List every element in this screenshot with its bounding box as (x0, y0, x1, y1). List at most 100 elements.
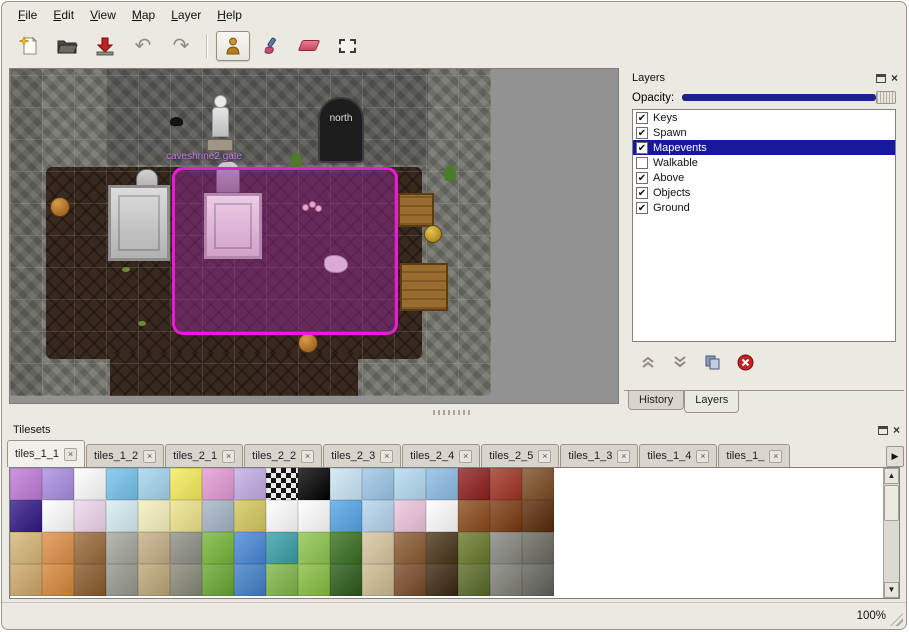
duplicate-layer-button[interactable] (704, 354, 721, 370)
tileset-tile[interactable] (202, 468, 234, 500)
tileset-tile[interactable] (490, 468, 522, 500)
redo-button[interactable]: ↷ (164, 31, 198, 61)
menu-edit[interactable]: Edit (45, 5, 82, 25)
tileset-tile[interactable] (490, 564, 522, 596)
tileset-tile[interactable] (138, 468, 170, 500)
tileset-tab-tiles_1_1[interactable]: tiles_1_1× (7, 440, 85, 467)
dock-float-icon[interactable] (878, 426, 888, 435)
tileset-tile[interactable] (362, 564, 394, 596)
tileset-tile[interactable] (522, 564, 554, 596)
tileset-tile[interactable] (10, 468, 42, 500)
tileset-tile[interactable] (522, 468, 554, 500)
tileset-tile[interactable] (234, 564, 266, 596)
tab-close-icon[interactable]: × (64, 448, 77, 461)
tileset-tile[interactable] (42, 468, 74, 500)
tileset-tile[interactable] (106, 532, 138, 564)
tileset-tile[interactable] (362, 500, 394, 532)
lower-layer-button[interactable] (672, 354, 688, 370)
tileset-tab-tiles_2_2[interactable]: tiles_2_2× (244, 444, 322, 467)
tileset-tile[interactable] (42, 532, 74, 564)
tileset-tab-tiles_2_5[interactable]: tiles_2_5× (481, 444, 559, 467)
tileset-tile[interactable] (202, 532, 234, 564)
delete-layer-button[interactable] (737, 354, 754, 371)
menu-view[interactable]: View (82, 5, 124, 25)
tileset-tab-tiles_2_4[interactable]: tiles_2_4× (402, 444, 480, 467)
tileset-tile[interactable] (458, 564, 490, 596)
tileset-tile[interactable] (426, 564, 458, 596)
tileset-tile[interactable] (10, 500, 42, 532)
tab-close-icon[interactable]: × (380, 450, 393, 463)
layer-visibility-checkbox[interactable]: ✔ (636, 127, 648, 139)
tileset-tile[interactable] (266, 500, 298, 532)
layer-visibility-checkbox[interactable]: ✔ (636, 112, 648, 124)
tileset-tile[interactable] (458, 468, 490, 500)
eraser-tool-button[interactable] (292, 31, 326, 61)
layer-row-ground[interactable]: ✔Ground (633, 200, 895, 215)
tileset-tile[interactable] (138, 500, 170, 532)
stamp-tool-button[interactable] (216, 31, 250, 61)
tileset-tile[interactable] (170, 564, 202, 596)
tileset-tile[interactable] (330, 468, 362, 500)
tileset-tile[interactable] (298, 532, 330, 564)
layer-visibility-checkbox[interactable]: ✔ (636, 187, 648, 199)
tileset-tile[interactable] (202, 500, 234, 532)
tileset-tile[interactable] (266, 532, 298, 564)
tileset-tile[interactable] (522, 500, 554, 532)
tileset-tile[interactable] (138, 532, 170, 564)
tab-close-icon[interactable]: × (459, 450, 472, 463)
opacity-slider-handle[interactable] (876, 91, 896, 104)
tileset-tile[interactable] (42, 564, 74, 596)
menu-help[interactable]: Help (209, 5, 250, 25)
tab-close-icon[interactable]: × (222, 450, 235, 463)
tileset-tile[interactable] (234, 532, 266, 564)
layer-visibility-checkbox[interactable]: ✔ (636, 172, 648, 184)
tileset-tile[interactable] (426, 468, 458, 500)
tileset-tile[interactable] (362, 532, 394, 564)
layer-row-objects[interactable]: ✔Objects (633, 185, 895, 200)
tab-close-icon[interactable]: × (769, 450, 782, 463)
dock-float-icon[interactable] (876, 74, 886, 83)
tileset-tile[interactable] (426, 500, 458, 532)
tileset-tile[interactable] (298, 468, 330, 500)
tileset-tile[interactable] (490, 500, 522, 532)
tab-close-icon[interactable]: × (617, 450, 630, 463)
tileset-tab-tiles_1_[interactable]: tiles_1_× (718, 444, 790, 467)
tileset-tile[interactable] (10, 564, 42, 596)
tileset-tile[interactable] (234, 500, 266, 532)
tileset-tile[interactable] (362, 468, 394, 500)
tileset-scrollbar[interactable]: ▲ ▼ (883, 468, 899, 598)
raise-layer-button[interactable] (640, 354, 656, 370)
menu-map[interactable]: Map (124, 5, 163, 25)
layer-row-above[interactable]: ✔Above (633, 170, 895, 185)
tileset-tile[interactable] (298, 564, 330, 596)
select-tool-button[interactable] (330, 31, 364, 61)
layer-row-spawn[interactable]: ✔Spawn (633, 125, 895, 140)
tab-close-icon[interactable]: × (143, 450, 156, 463)
tileset-tile[interactable] (330, 500, 362, 532)
layer-row-keys[interactable]: ✔Keys (633, 110, 895, 125)
tileset-tile[interactable] (74, 564, 106, 596)
tileset-tile[interactable] (394, 500, 426, 532)
tileset-tile[interactable] (170, 468, 202, 500)
tab-scroll-right-button[interactable]: ▶ (886, 446, 904, 467)
tileset-tile[interactable] (330, 564, 362, 596)
tileset-tile[interactable] (458, 500, 490, 532)
tileset-tile[interactable] (522, 532, 554, 564)
layer-row-walkable[interactable]: Walkable (633, 155, 895, 170)
tileset-tile[interactable] (74, 500, 106, 532)
save-button[interactable] (88, 31, 122, 61)
open-button[interactable] (50, 31, 84, 61)
new-file-button[interactable] (12, 31, 46, 61)
tileset-tile[interactable] (106, 500, 138, 532)
dock-close-icon[interactable]: × (893, 425, 900, 435)
tileset-tile[interactable] (10, 532, 42, 564)
tileset-tab-tiles_1_4[interactable]: tiles_1_4× (639, 444, 717, 467)
horizontal-splitter[interactable] (9, 406, 904, 418)
tileset-tile[interactable] (170, 500, 202, 532)
tileset-tile[interactable] (234, 468, 266, 500)
scroll-up-icon[interactable]: ▲ (884, 468, 899, 484)
tileset-tile[interactable] (74, 468, 106, 500)
tileset-tile[interactable] (170, 532, 202, 564)
tileset-tile[interactable] (202, 564, 234, 596)
tab-close-icon[interactable]: × (538, 450, 551, 463)
